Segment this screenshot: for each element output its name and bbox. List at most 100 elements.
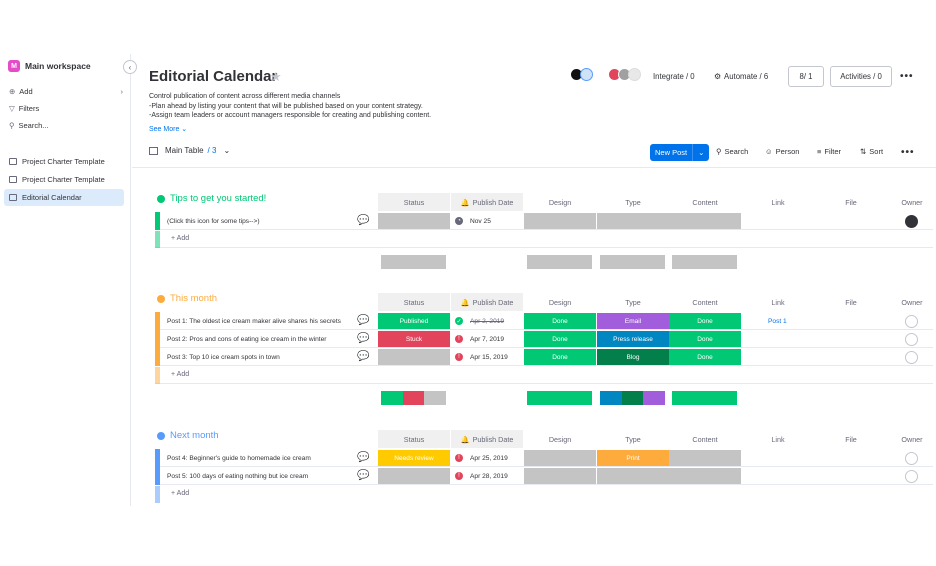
publish-date-cell[interactable]: ! Apr 7, 2019 (455, 330, 504, 348)
column-header-content[interactable]: Content (669, 430, 741, 448)
sidebar-search[interactable]: ⚲ Search... (9, 121, 49, 130)
add-item-row[interactable]: + Add (155, 486, 933, 503)
table-row[interactable]: Post 1: The oldest ice cream maker alive… (155, 312, 933, 330)
column-header-link[interactable]: Link (742, 430, 814, 448)
update-bubble-icon[interactable]: 💬 (357, 470, 369, 481)
type-cell[interactable]: Press release (597, 331, 669, 347)
table-row[interactable]: (Click this icon for some tips-->) 💬 ◔ N… (155, 212, 933, 230)
add-item-row[interactable]: + Add (155, 231, 933, 248)
integrate-button[interactable]: Integrate / 0 (646, 66, 702, 87)
content-cell[interactable] (669, 468, 741, 484)
column-header-owner[interactable]: Owner (888, 193, 936, 211)
table-row[interactable]: Post 4: Beginner's guide to homemade ice… (155, 449, 933, 467)
group-title[interactable]: This month (157, 293, 217, 304)
type-cell[interactable]: Print (597, 450, 669, 466)
content-cell[interactable]: Done (669, 349, 741, 365)
column-header-publish-date[interactable]: 🔔 Publish Date (451, 430, 523, 448)
column-header-owner[interactable]: Owner (888, 293, 936, 311)
type-cell[interactable] (597, 213, 669, 229)
row-name[interactable]: Post 3: Top 10 ice cream spots in town (167, 348, 280, 366)
table-row[interactable]: Post 2: Pros and cons of eating ice crea… (155, 330, 933, 348)
update-bubble-icon[interactable]: 💬 (357, 452, 369, 463)
column-header-type[interactable]: Type (597, 430, 669, 448)
owner-avatar[interactable] (905, 315, 918, 328)
column-header-content[interactable]: Content (669, 293, 741, 311)
design-cell[interactable]: Done (524, 331, 596, 347)
tips-update-icon[interactable]: 💬 (357, 215, 369, 226)
sidebar-board-project-charter-2[interactable]: Project Charter Template (4, 171, 124, 188)
row-name[interactable]: Post 5: 100 days of eating nothing but i… (167, 467, 308, 485)
owner-avatar[interactable] (905, 333, 918, 346)
board-more-icon[interactable]: ••• (900, 71, 914, 82)
group-title[interactable]: Tips to get you started! (157, 193, 266, 204)
status-cell[interactable] (378, 468, 450, 484)
content-cell[interactable]: Done (669, 331, 741, 347)
add-item-row[interactable]: + Add (155, 367, 933, 384)
new-post-button[interactable]: New Post ⌄ (650, 144, 710, 161)
update-bubble-icon[interactable]: 💬 (357, 333, 369, 344)
column-header-link[interactable]: Link (742, 193, 814, 211)
design-cell[interactable] (524, 213, 596, 229)
column-header-file[interactable]: File (815, 293, 887, 311)
type-cell[interactable]: Email (597, 313, 669, 329)
publish-date-cell[interactable]: ! Apr 25, 2019 (455, 449, 508, 467)
row-name[interactable]: Post 2: Pros and cons of eating ice crea… (167, 330, 326, 348)
publish-date-cell[interactable]: ✓ Apr 2, 2019 (455, 312, 504, 330)
sidebar-board-project-charter-1[interactable]: Project Charter Template (4, 153, 124, 170)
owner-avatar[interactable] (905, 351, 918, 364)
activities-button[interactable]: Activities / 0 (830, 66, 892, 87)
publish-date-cell[interactable]: ! Apr 28, 2019 (455, 467, 508, 485)
design-cell[interactable]: Done (524, 349, 596, 365)
owner-avatar[interactable] (905, 470, 918, 483)
update-bubble-icon[interactable]: 💬 (357, 351, 369, 362)
board-title[interactable]: Editorial Calendar (149, 68, 277, 85)
column-header-design[interactable]: Design (524, 293, 596, 311)
column-header-publish-date[interactable]: 🔔 Publish Date (451, 293, 523, 311)
column-header-design[interactable]: Design (524, 430, 596, 448)
group-toggle-icon[interactable] (157, 194, 165, 203)
column-header-status[interactable]: Status (378, 430, 450, 448)
design-cell[interactable]: Done (524, 313, 596, 329)
toolbar-more-icon[interactable]: ••• (901, 147, 915, 158)
filter-button[interactable]: ≡ Filter (817, 147, 841, 156)
sort-button[interactable]: ⇅ Sort (860, 147, 883, 156)
status-cell[interactable] (378, 349, 450, 365)
owner-avatar[interactable] (905, 452, 918, 465)
publish-date-cell[interactable]: ◔ Nov 25 (455, 212, 491, 230)
column-header-type[interactable]: Type (597, 193, 669, 211)
type-cell[interactable] (597, 468, 669, 484)
table-row[interactable]: Post 3: Top 10 ice cream spots in town 💬… (155, 348, 933, 366)
table-row[interactable]: Post 5: 100 days of eating nothing but i… (155, 467, 933, 485)
sidebar-filters[interactable]: ▽ Filters (9, 104, 39, 113)
content-cell[interactable]: Done (669, 313, 741, 329)
column-header-file[interactable]: File (815, 430, 887, 448)
board-description[interactable]: Control publication of content across di… (149, 92, 431, 121)
column-header-content[interactable]: Content (669, 193, 741, 211)
link-cell[interactable]: Post 1 (768, 312, 787, 330)
publish-date-cell[interactable]: ! Apr 15, 2019 (455, 348, 508, 366)
row-name[interactable]: Post 1: The oldest ice cream maker alive… (167, 312, 341, 330)
content-cell[interactable] (669, 213, 741, 229)
see-more-link[interactable]: See More ⌄ (149, 125, 187, 133)
main-table-tab[interactable]: Main Table / 3 ⌄ (149, 146, 230, 155)
group-toggle-icon[interactable] (157, 294, 165, 303)
search-button[interactable]: ⚲ Search (716, 147, 748, 156)
column-header-file[interactable]: File (815, 193, 887, 211)
automate-button[interactable]: ⚙ Automate / 6 (707, 66, 775, 87)
status-cell[interactable] (378, 213, 450, 229)
status-cell[interactable]: Stuck (378, 331, 450, 347)
star-icon[interactable]: ★ (270, 69, 282, 85)
members-button[interactable]: 8/ 1 (788, 66, 824, 87)
workspace-switcher[interactable]: M Main workspace (8, 60, 91, 72)
column-header-status[interactable]: Status (378, 193, 450, 211)
column-header-publish-date[interactable]: 🔔 Publish Date (451, 193, 523, 211)
owner-avatar[interactable] (905, 215, 918, 228)
column-header-link[interactable]: Link (742, 293, 814, 311)
type-cell[interactable]: Blog (597, 349, 669, 365)
status-cell[interactable]: Published (378, 313, 450, 329)
design-cell[interactable] (524, 450, 596, 466)
update-bubble-icon[interactable]: 💬 (357, 315, 369, 326)
sidebar-board-editorial-calendar[interactable]: Editorial Calendar (4, 189, 124, 206)
row-name[interactable]: Post 4: Beginner's guide to homemade ice… (167, 449, 311, 467)
column-header-owner[interactable]: Owner (888, 430, 936, 448)
